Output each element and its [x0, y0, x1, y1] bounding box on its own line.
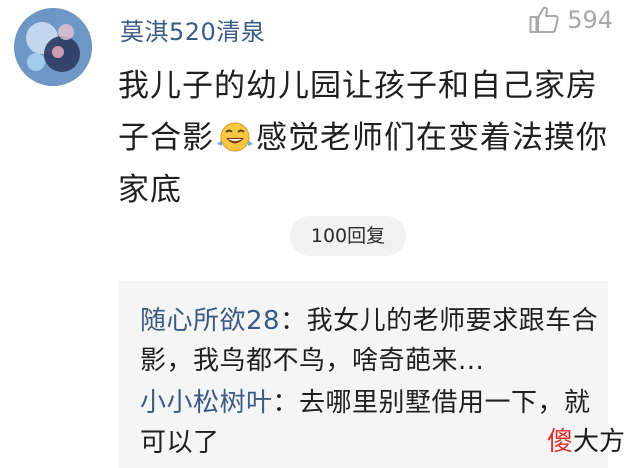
watermark-accent: 傻 — [546, 427, 573, 457]
like-count: 594 — [567, 6, 613, 34]
avatar[interactable] — [14, 8, 92, 86]
comment-screen: 莫淇520清泉 594 我儿子的幼儿园让孩子和自己家房子合影 感觉老师们在变着法… — [0, 0, 639, 468]
crying-laughing-emoji-icon — [216, 116, 254, 152]
reply-author[interactable]: 随心所欲28 — [140, 306, 280, 336]
replies-preview[interactable]: 随心所欲28：我女儿的老师要求跟车合影，我鸟都不鸟，啥奇葩来... 小小松树叶：… — [118, 281, 608, 468]
thumbs-up-icon — [529, 6, 559, 33]
reply-item[interactable]: 随心所欲28：我女儿的老师要求跟车合影，我鸟都不鸟，啥奇葩来... — [140, 301, 600, 381]
reply-item[interactable]: 小小松树叶：去哪里别墅借用一下，就可以了 — [140, 383, 600, 463]
view-replies-button[interactable]: 100回复 — [290, 216, 406, 256]
watermark: 傻大方 — [547, 421, 625, 458]
avatar-image — [14, 8, 92, 86]
watermark-text: 大方 — [572, 427, 625, 457]
reply-separator: ： — [280, 306, 307, 336]
comment-body: 我儿子的幼儿园让孩子和自己家房子合影 感觉老师们在变着法摸你家底 — [118, 60, 608, 216]
reply-separator: ： — [272, 388, 300, 418]
like-button[interactable]: 594 — [529, 6, 613, 34]
comment-username[interactable]: 莫淇520清泉 — [120, 12, 265, 47]
reply-author[interactable]: 小小松树叶 — [140, 388, 273, 418]
